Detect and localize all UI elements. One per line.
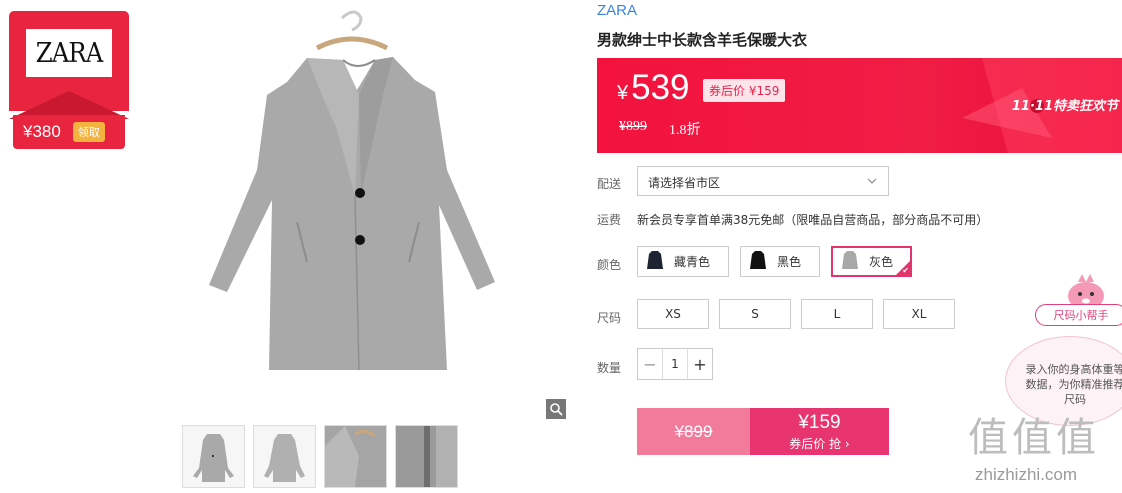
shipping-label: 运费 — [597, 213, 622, 227]
delivery-region-select[interactable]: 请选择省市区 — [637, 166, 889, 196]
thumbnail-fabric[interactable] — [395, 425, 458, 488]
size-option-l[interactable]: L — [801, 299, 873, 329]
buy-with-coupon-button[interactable]: ¥899 ¥159 券后价 抢 › — [637, 408, 889, 455]
coupon-claim-bar[interactable]: ¥380 领取 — [13, 115, 125, 149]
color-option-black[interactable]: 黑色 — [740, 246, 820, 277]
currency-symbol: ¥ — [617, 82, 629, 104]
watermark-logo: 值值值 — [968, 415, 1100, 461]
zoom-icon[interactable] — [546, 399, 566, 419]
brand-logo-text: ZARA — [35, 37, 104, 69]
discount-rate: 1.8折 — [669, 123, 701, 138]
color-label: 颜色 — [597, 258, 622, 272]
color-name: 灰色 — [869, 255, 894, 269]
chevron-down-icon — [867, 178, 877, 184]
original-price: ¥899 — [619, 119, 647, 134]
buy-coupon-section[interactable]: ¥159 券后价 抢 › — [750, 408, 889, 455]
buy-coupon-price: ¥159 — [798, 411, 841, 433]
coupon-claim-button[interactable]: 领取 — [72, 122, 105, 142]
coupon-amount: ¥380 — [23, 122, 61, 141]
buy-cta-label: 券后价 抢 › — [789, 436, 850, 451]
check-icon: ✔ — [902, 266, 909, 275]
current-price: ¥ 539 — [617, 68, 690, 108]
brand-logo: ZARA — [26, 29, 112, 77]
delivery-placeholder: 请选择省市区 — [648, 176, 721, 190]
product-title: 男款绅士中长款含羊毛保暖大衣 — [597, 31, 808, 49]
color-option-navy[interactable]: 藏青色 — [637, 246, 729, 277]
size-option-xl[interactable]: XL — [883, 299, 955, 329]
thumbnail-collar[interactable] — [324, 425, 387, 488]
thumbnail-strip — [182, 425, 458, 488]
size-option-s[interactable]: S — [719, 299, 791, 329]
color-name: 黑色 — [777, 255, 802, 269]
brand-link[interactable]: ZARA — [597, 2, 637, 19]
price-value: 539 — [631, 68, 690, 107]
watermark-url: zhizhizhi.com — [975, 465, 1078, 484]
quantity-stepper: − 1 + — [637, 348, 713, 380]
quantity-label: 数量 — [597, 361, 622, 375]
black-coat-swatch — [750, 251, 766, 269]
coupon-badge[interactable]: ZARA ¥380 领取 — [9, 11, 129, 149]
quantity-input[interactable]: 1 — [662, 349, 688, 379]
size-helper-button[interactable]: 尺码小帮手 — [1035, 304, 1122, 326]
thumbnail-front[interactable] — [182, 425, 245, 488]
quantity-increase-button[interactable]: + — [688, 349, 712, 379]
size-label: 尺码 — [597, 311, 622, 325]
festival-label: 11·11特卖狂欢节 — [1011, 99, 1118, 114]
after-coupon-price: 券后价 ¥159 — [703, 79, 786, 102]
size-option-xs[interactable]: XS — [637, 299, 709, 329]
coat-illustration — [209, 10, 495, 371]
price-banner: ¥ 539 券后价 ¥159 ¥899 1.8折 11·11特卖狂欢节 — [597, 58, 1122, 153]
quantity-decrease-button[interactable]: − — [638, 349, 662, 379]
thumbnail-back[interactable] — [253, 425, 316, 488]
main-product-image[interactable] — [147, 0, 565, 418]
color-option-gray[interactable]: 灰色 ✔ — [831, 246, 912, 277]
navy-coat-swatch — [647, 251, 663, 269]
color-name: 藏青色 — [674, 255, 711, 269]
shipping-info: 新会员专享首单满38元免邮（限唯品自营商品，部分商品不可用） — [637, 213, 989, 227]
delivery-label: 配送 — [597, 177, 622, 191]
buy-original-price: ¥899 — [637, 408, 750, 455]
gray-coat-swatch — [842, 251, 858, 269]
size-helper-text: 录入你的身高体重等数据，为你精准推荐尺码 — [1025, 363, 1122, 406]
